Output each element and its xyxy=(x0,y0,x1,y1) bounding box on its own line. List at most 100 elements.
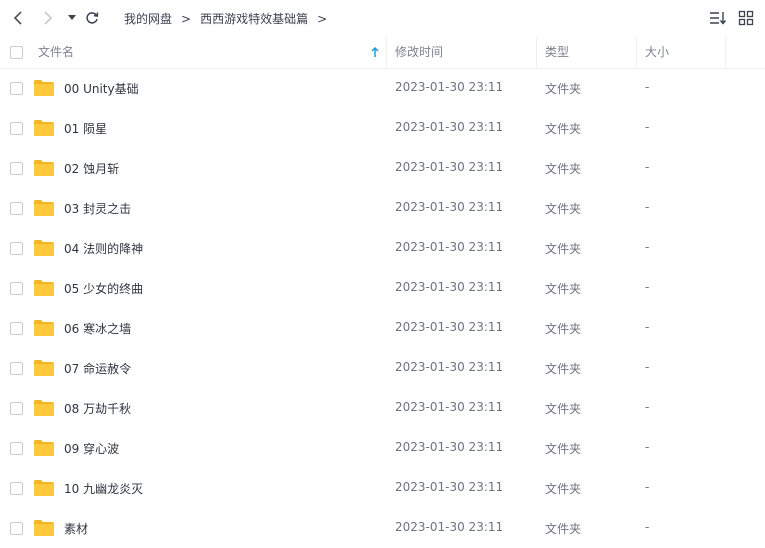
column-header-size[interactable]: 大小 xyxy=(645,37,723,68)
table-row[interactable]: 05 少女的终曲 2023-01-30 23:11 文件夹 - xyxy=(0,268,765,308)
table-row[interactable]: 08 万劫千秋 2023-01-30 23:11 文件夹 - xyxy=(0,388,765,428)
file-name[interactable]: 02 蚀月斩 xyxy=(64,160,119,177)
column-divider[interactable] xyxy=(536,37,537,68)
row-checkbox[interactable] xyxy=(10,282,23,295)
column-divider[interactable] xyxy=(386,37,387,68)
dropdown-caret-icon xyxy=(68,15,76,20)
modified-time: 2023-01-30 23:11 xyxy=(395,200,504,214)
file-name[interactable]: 09 穿心波 xyxy=(64,440,119,457)
file-name[interactable]: 08 万劫千秋 xyxy=(64,400,131,417)
column-divider[interactable] xyxy=(725,37,726,68)
file-name[interactable]: 07 命运赦令 xyxy=(64,360,131,377)
row-checkbox[interactable] xyxy=(10,362,23,375)
folder-icon xyxy=(34,280,54,296)
file-size: - xyxy=(645,160,650,174)
row-checkbox[interactable] xyxy=(10,442,23,455)
file-name[interactable]: 06 寒冰之墙 xyxy=(64,320,131,337)
row-checkbox[interactable] xyxy=(10,162,23,175)
file-name[interactable]: 10 九幽龙炎灭 xyxy=(64,480,143,497)
toolbar: 我的网盘 > 西西游戏特效基础篇 > xyxy=(0,0,765,36)
file-size: - xyxy=(645,440,650,454)
folder-icon xyxy=(34,520,54,536)
column-header-mtime[interactable]: 修改时间 xyxy=(395,37,535,68)
file-type: 文件夹 xyxy=(545,162,582,176)
folder-icon xyxy=(34,360,54,376)
folder-icon xyxy=(34,400,54,416)
row-checkbox[interactable] xyxy=(10,482,23,495)
history-dropdown-button[interactable] xyxy=(63,9,81,27)
table-row[interactable]: 10 九幽龙炎灭 2023-01-30 23:11 文件夹 - xyxy=(0,468,765,508)
table-row[interactable]: 09 穿心波 2023-01-30 23:11 文件夹 - xyxy=(0,428,765,468)
file-size: - xyxy=(645,320,650,334)
table-header: 文件名 修改时间 类型 大小 xyxy=(0,37,765,69)
table-row[interactable]: 03 封灵之击 2023-01-30 23:11 文件夹 - xyxy=(0,188,765,228)
folder-icon xyxy=(34,200,54,216)
grid-view-icon xyxy=(738,10,754,26)
folder-icon xyxy=(34,480,54,496)
breadcrumb-root[interactable]: 我的网盘 xyxy=(124,10,172,27)
file-name[interactable]: 01 陨星 xyxy=(64,120,107,137)
file-name[interactable]: 00 Unity基础 xyxy=(64,80,139,97)
table-row[interactable]: 素材 2023-01-30 23:11 文件夹 - xyxy=(0,508,765,548)
table-row[interactable]: 02 蚀月斩 2023-01-30 23:11 文件夹 - xyxy=(0,148,765,188)
modified-time: 2023-01-30 23:11 xyxy=(395,240,504,254)
sort-list-button[interactable] xyxy=(709,10,727,26)
file-size: - xyxy=(645,200,650,214)
file-name[interactable]: 03 封灵之击 xyxy=(64,200,131,217)
back-button[interactable] xyxy=(9,9,27,27)
file-name[interactable]: 05 少女的终曲 xyxy=(64,280,143,297)
column-header-name[interactable]: 文件名 xyxy=(38,37,383,68)
file-name[interactable]: 04 法则的降神 xyxy=(64,240,143,257)
sort-up-arrow-icon xyxy=(371,47,379,57)
file-size: - xyxy=(645,400,650,414)
breadcrumb-separator: > xyxy=(181,11,192,26)
modified-time: 2023-01-30 23:11 xyxy=(395,480,504,494)
file-type: 文件夹 xyxy=(545,322,582,336)
file-type: 文件夹 xyxy=(545,402,582,416)
table-row[interactable]: 06 寒冰之墙 2023-01-30 23:11 文件夹 - xyxy=(0,308,765,348)
refresh-button[interactable] xyxy=(83,9,101,27)
file-size: - xyxy=(645,280,650,294)
folder-icon xyxy=(34,240,54,256)
row-checkbox[interactable] xyxy=(10,402,23,415)
file-type: 文件夹 xyxy=(545,522,582,536)
modified-time: 2023-01-30 23:11 xyxy=(395,280,504,294)
forward-button[interactable] xyxy=(39,9,57,27)
forward-arrow-icon xyxy=(44,11,53,25)
file-size: - xyxy=(645,120,650,134)
select-all-checkbox[interactable] xyxy=(10,46,23,59)
table-row[interactable]: 04 法则的降神 2023-01-30 23:11 文件夹 - xyxy=(0,228,765,268)
file-type: 文件夹 xyxy=(545,482,582,496)
column-divider[interactable] xyxy=(636,37,637,68)
modified-time: 2023-01-30 23:11 xyxy=(395,520,504,534)
row-checkbox[interactable] xyxy=(10,322,23,335)
column-header-type[interactable]: 类型 xyxy=(545,37,633,68)
folder-icon xyxy=(34,80,54,96)
row-checkbox[interactable] xyxy=(10,242,23,255)
refresh-icon xyxy=(86,12,99,24)
breadcrumb-trailing-separator[interactable]: > xyxy=(317,12,327,26)
file-size: - xyxy=(645,360,650,374)
folder-icon xyxy=(34,440,54,456)
modified-time: 2023-01-30 23:11 xyxy=(395,440,504,454)
row-checkbox[interactable] xyxy=(10,82,23,95)
row-checkbox[interactable] xyxy=(10,122,23,135)
row-checkbox[interactable] xyxy=(10,202,23,215)
row-checkbox[interactable] xyxy=(10,522,23,535)
table-row[interactable]: 00 Unity基础 2023-01-30 23:11 文件夹 - xyxy=(0,68,765,108)
modified-time: 2023-01-30 23:11 xyxy=(395,360,504,374)
modified-time: 2023-01-30 23:11 xyxy=(395,120,504,134)
file-type: 文件夹 xyxy=(545,202,582,216)
back-arrow-icon xyxy=(13,11,22,25)
breadcrumb-current[interactable]: 西西游戏特效基础篇 xyxy=(200,10,308,27)
file-type: 文件夹 xyxy=(545,362,582,376)
grid-view-button[interactable] xyxy=(738,10,756,26)
file-type: 文件夹 xyxy=(545,122,582,136)
modified-time: 2023-01-30 23:11 xyxy=(395,400,504,414)
file-size: - xyxy=(645,520,650,534)
file-type: 文件夹 xyxy=(545,442,582,456)
file-name[interactable]: 素材 xyxy=(64,520,88,537)
file-type: 文件夹 xyxy=(545,82,582,96)
table-row[interactable]: 01 陨星 2023-01-30 23:11 文件夹 - xyxy=(0,108,765,148)
table-row[interactable]: 07 命运赦令 2023-01-30 23:11 文件夹 - xyxy=(0,348,765,388)
